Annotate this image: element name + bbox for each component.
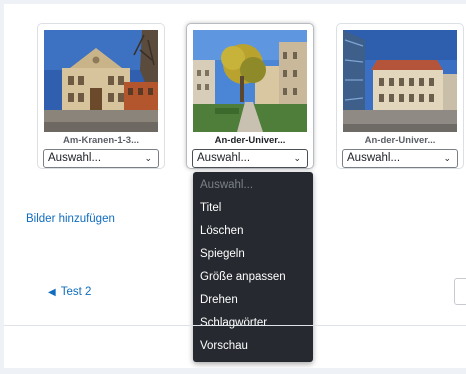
previous-activity-link[interactable]: ◀ Test 2 (48, 286, 91, 298)
select-value: Auswahl... (347, 152, 401, 164)
image-action-select[interactable]: Auswahl... ⌄ (192, 149, 308, 168)
image-card-1[interactable]: Am-Kranen-1-3... Auswahl... ⌄ (37, 23, 165, 169)
dropdown-option-title[interactable]: Titel (200, 202, 221, 214)
dropdown-option-rotate[interactable]: Drehen (200, 294, 238, 306)
image-filename: An-der-Univer... (364, 135, 436, 146)
select-value: Auswahl... (197, 152, 251, 164)
chevron-down-icon: ⌄ (293, 153, 301, 163)
previous-activity-label: Test 2 (60, 286, 92, 298)
page-top-border (0, 0, 466, 4)
dropdown-option-delete[interactable]: Löschen (200, 225, 243, 237)
page-bottom-border (0, 368, 466, 374)
page-left-border (0, 0, 4, 374)
dropdown-option-mirror[interactable]: Spiegeln (200, 248, 245, 260)
image-thumbnail-2[interactable] (193, 30, 307, 132)
dropdown-option-placeholder: Auswahl... (200, 179, 254, 191)
chevron-down-icon: ⌄ (443, 153, 451, 163)
image-action-select[interactable]: Auswahl... ⌄ (43, 149, 159, 168)
dropdown-option-tags[interactable]: Schlagwörter (200, 317, 267, 329)
jump-to-select[interactable] (454, 278, 466, 305)
image-filename: Am-Kranen-1-3... (62, 135, 139, 146)
image-action-select[interactable]: Auswahl... ⌄ (342, 149, 458, 168)
chevron-down-icon: ⌄ (144, 153, 152, 163)
building-photo-1 (44, 30, 158, 132)
image-card-3[interactable]: An-der-Univer... Auswahl... ⌄ (336, 23, 464, 169)
arrow-left-icon: ◀ (48, 287, 56, 298)
image-thumbnail-1[interactable] (44, 30, 158, 132)
add-images-link[interactable]: Bilder hinzufügen (26, 213, 115, 225)
building-photo-3 (343, 30, 457, 132)
footer-divider (4, 325, 466, 326)
image-action-dropdown-menu[interactable]: Auswahl... Titel Löschen Spiegeln Größe … (193, 172, 313, 362)
image-card-2[interactable]: An-der-Univer... Auswahl... ⌄ (186, 23, 314, 169)
image-thumbnail-3[interactable] (343, 30, 457, 132)
image-filename: An-der-Univer... (214, 135, 286, 146)
dropdown-option-preview[interactable]: Vorschau (200, 340, 248, 352)
dropdown-option-resize[interactable]: Größe anpassen (200, 271, 286, 283)
select-value: Auswahl... (48, 152, 102, 164)
courtyard-photo-2 (193, 30, 307, 132)
